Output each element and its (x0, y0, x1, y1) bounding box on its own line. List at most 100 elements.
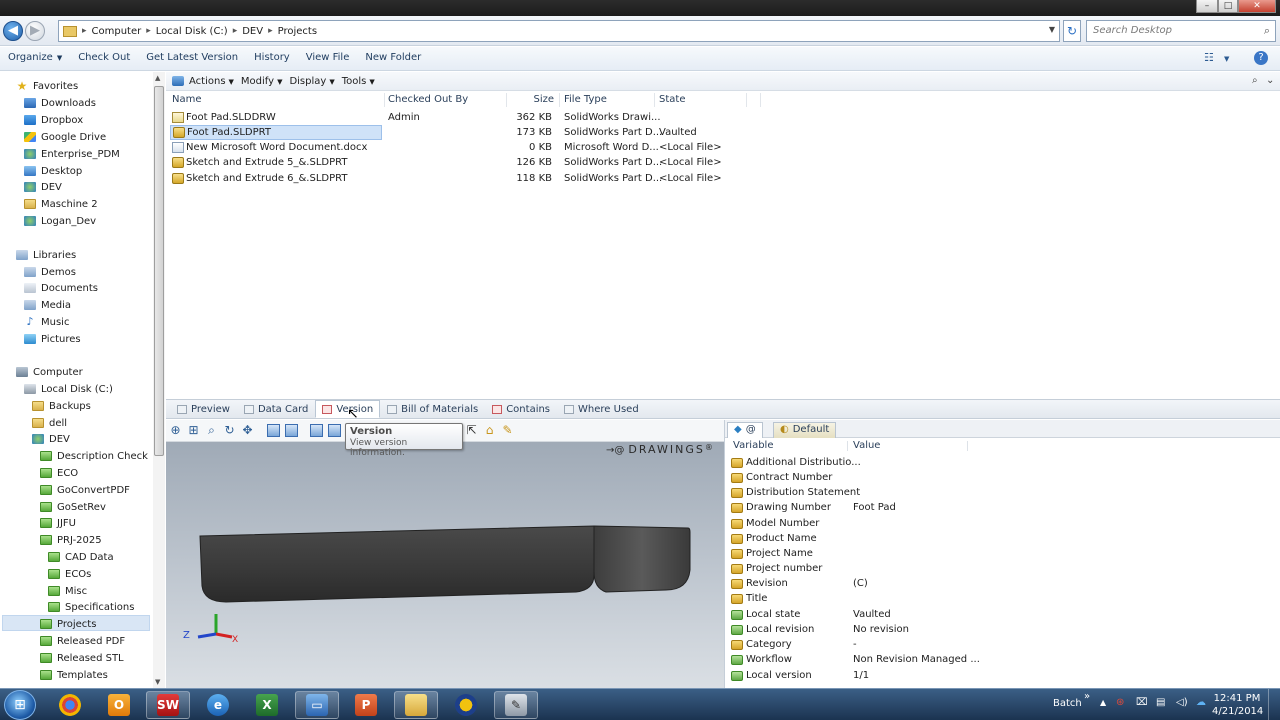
nav-description-check[interactable]: Description Check (40, 448, 148, 464)
tab-where-used[interactable]: Where Used (557, 400, 646, 418)
history-button[interactable]: History (246, 47, 298, 71)
variable-row[interactable]: Model Number (731, 516, 1279, 531)
tray-app-icon[interactable]: ⊛ (1116, 697, 1124, 720)
variable-row[interactable]: Distribution Statement (731, 485, 1279, 500)
column-header-size[interactable]: Size (526, 91, 554, 109)
column-header-state[interactable]: State (659, 91, 685, 109)
nav-dropbox[interactable]: Dropbox (24, 112, 83, 128)
nav-cad-data[interactable]: CAD Data (48, 549, 114, 565)
breadcrumb-computer[interactable]: Computer (92, 26, 142, 37)
nav-pictures[interactable]: Pictures (24, 331, 81, 347)
column-divider[interactable] (559, 93, 560, 107)
file-name-cell[interactable]: Sketch and Extrude 5_&.SLDPRT (170, 155, 382, 170)
variable-row[interactable]: Project Name (731, 546, 1279, 561)
scrollbar-thumb[interactable] (154, 86, 164, 456)
back-button[interactable]: ◀ (3, 21, 23, 41)
nav-projects[interactable]: Projects (40, 616, 96, 632)
variable-row[interactable]: Workflow Non Revision Managed ... (731, 652, 1279, 667)
nav-prj-2025[interactable]: PRJ-2025 (40, 532, 102, 548)
nav-media[interactable]: Media (24, 297, 71, 313)
scroll-up-icon[interactable]: ▲ (155, 74, 160, 82)
maximize-button[interactable]: □ (1218, 0, 1238, 13)
nav-music[interactable]: ♪ Music (24, 314, 69, 330)
nav-logan-dev[interactable]: Logan_Dev (24, 213, 96, 229)
variable-row[interactable]: Drawing Number Foot Pad (731, 500, 1279, 515)
nav-libraries[interactable]: Libraries (16, 247, 76, 263)
taskbar-explorer[interactable] (394, 691, 438, 719)
search-tool-icon[interactable]: ⌕ (1252, 75, 1258, 86)
column-divider[interactable] (746, 93, 747, 107)
tab-contains[interactable]: Contains (485, 400, 557, 418)
address-bar[interactable]: ▸ Computer ▸ Local Disk (C:) ▸ DEV ▸ Pro… (58, 20, 1060, 42)
taskbar-solidworks[interactable]: SW (146, 691, 190, 719)
nav-gosetrev[interactable]: GoSetRev (40, 499, 106, 515)
toolbar-chevron[interactable]: » (1084, 691, 1090, 720)
nav-misc[interactable]: Misc (48, 583, 87, 599)
navigation-scrollbar[interactable]: ▲ ▼ (153, 72, 165, 688)
nav-specifications[interactable]: Specifications (48, 599, 134, 615)
view-options-chevron-icon[interactable]: ▼ (1224, 55, 1229, 63)
nav-maschine-2[interactable]: Maschine 2 (24, 196, 98, 212)
tab-default-configuration[interactable]: ◐ Default (773, 422, 837, 438)
nav-eco[interactable]: ECO (40, 465, 78, 481)
batch-label[interactable]: Batch (1053, 698, 1082, 720)
expand-icon[interactable]: ⌄ (1266, 75, 1274, 86)
nav-dev-favorite[interactable]: DEV (24, 179, 62, 195)
show-desktop-button[interactable] (1268, 689, 1280, 720)
forward-button[interactable]: ▶ (25, 21, 45, 41)
chevron-right-icon[interactable]: ▸ (146, 26, 151, 36)
start-button[interactable]: ⊞ (4, 690, 36, 720)
taskbar-chrome[interactable] (48, 691, 92, 719)
nav-computer[interactable]: Computer (16, 364, 83, 380)
nav-google-drive[interactable]: Google Drive (24, 129, 106, 145)
scroll-down-icon[interactable]: ▼ (155, 678, 160, 686)
variable-row[interactable]: Local state Vaulted (731, 607, 1279, 622)
variable-row[interactable]: Local version 1/1 (731, 668, 1279, 683)
column-header-file-type[interactable]: File Type (564, 91, 607, 109)
display-menu[interactable]: Display ▼ (289, 76, 334, 87)
nav-enterprise-pdm[interactable]: Enterprise_PDM (24, 146, 120, 162)
file-row[interactable]: Sketch and Extrude 5_&.SLDPRT 126 KB Sol… (166, 155, 1280, 170)
chevron-right-icon[interactable]: ▸ (233, 26, 238, 36)
column-divider[interactable] (384, 93, 385, 107)
column-header-value[interactable]: Value (853, 439, 880, 453)
variable-row[interactable]: Local revision No revision (731, 622, 1279, 637)
taskbar-browser[interactable]: e (196, 691, 240, 719)
column-header-checked-out-by[interactable]: Checked Out By (388, 91, 468, 109)
search-input[interactable]: Search Desktop ⌕ (1086, 20, 1276, 42)
taskbar-app[interactable] (444, 691, 488, 719)
tray-device-icon[interactable]: ⌧ (1136, 697, 1148, 720)
nav-documents[interactable]: Documents (24, 280, 98, 296)
nav-local-disk[interactable]: Local Disk (C:) (24, 381, 113, 397)
file-name-cell[interactable]: Foot Pad.SLDDRW (170, 110, 382, 125)
variable-row[interactable]: Category - (731, 637, 1279, 652)
column-divider[interactable] (506, 93, 507, 107)
taskbar-remote-desktop[interactable]: ▭ (295, 691, 339, 719)
variable-row[interactable]: Additional Distributio... (731, 455, 1279, 470)
nav-jjfu[interactable]: JJFU (40, 515, 76, 531)
breadcrumb-projects[interactable]: Projects (278, 26, 317, 37)
taskbar-outlook[interactable]: O (97, 691, 141, 719)
network-icon[interactable]: ▤ (1156, 697, 1165, 720)
column-divider[interactable] (654, 93, 655, 107)
tab-bill-of-materials[interactable]: Bill of Materials (380, 400, 485, 418)
nav-dell[interactable]: dell (32, 415, 67, 431)
pdm-refresh-icon[interactable] (172, 76, 184, 86)
variable-row[interactable]: Contract Number (731, 470, 1279, 485)
check-out-button[interactable]: Check Out (70, 47, 138, 71)
variable-row[interactable]: Project number (731, 561, 1279, 576)
modify-menu[interactable]: Modify ▼ (241, 76, 283, 87)
nav-demos[interactable]: Demos (24, 264, 76, 280)
help-icon[interactable]: ? (1254, 51, 1268, 65)
nav-favorites[interactable]: ★ Favorites (16, 78, 79, 94)
nav-goconvertpdf[interactable]: GoConvertPDF (40, 482, 130, 498)
actions-menu[interactable]: Actions ▼ (189, 76, 234, 87)
new-folder-button[interactable]: New Folder (357, 47, 429, 71)
breadcrumb-local-disk[interactable]: Local Disk (C:) (156, 26, 228, 37)
show-hidden-icons-icon[interactable]: ▲ (1100, 698, 1106, 720)
file-name-cell[interactable]: Sketch and Extrude 6_&.SLDPRT (170, 171, 382, 186)
taskbar-excel[interactable]: X (245, 691, 289, 719)
nav-desktop[interactable]: Desktop (24, 163, 82, 179)
nav-downloads[interactable]: Downloads (24, 95, 96, 111)
file-name-cell[interactable]: Foot Pad.SLDPRT (170, 125, 382, 140)
